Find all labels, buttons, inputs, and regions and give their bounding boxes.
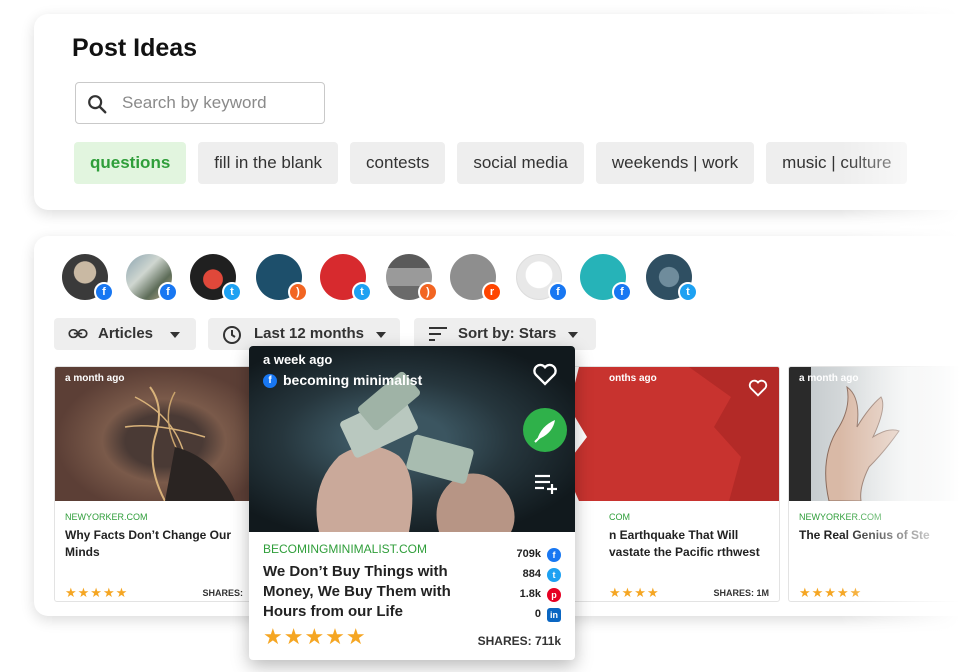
chip-contests[interactable]: contests [350, 142, 446, 184]
chip-questions[interactable]: questions [74, 142, 187, 184]
heart-icon[interactable] [531, 360, 559, 388]
star-rating: ★★★★★ [263, 624, 367, 649]
add-to-queue-icon[interactable] [533, 470, 559, 496]
quill-icon [534, 420, 555, 443]
chip-music-culture[interactable]: music | culture [766, 142, 908, 184]
reddit-icon: r [482, 282, 502, 302]
pinterest-icon: p [547, 588, 561, 602]
share-count: SHARES: 1M [713, 588, 769, 598]
content-type-dropdown[interactable]: Articles [54, 318, 196, 350]
article-headline[interactable]: The Real Genius of Ste [799, 527, 960, 544]
article-thumbnail [55, 367, 253, 501]
article-headline[interactable]: We Don’t Buy Things with Money, We Buy T… [263, 562, 475, 622]
pinterest-shares: 1.8k p [493, 586, 563, 606]
page-title: Post Ideas [72, 34, 198, 62]
article-source: NEWYORKER.COM [65, 512, 148, 522]
linkedin-icon: in [547, 608, 561, 622]
facebook-icon: f [158, 282, 178, 302]
linkedin-shares: 0 in [493, 606, 563, 626]
post-ideas-panel: Post Ideas questions fill in the blank c… [34, 14, 960, 210]
content-type-label: Articles [98, 325, 154, 342]
compose-post-button[interactable] [523, 408, 567, 452]
article-headline[interactable]: n Earthquake That Will vastate the Pacif… [609, 527, 771, 561]
post-time: a month ago [65, 373, 125, 384]
twitter-icon: t [678, 282, 698, 302]
chevron-down-icon [568, 332, 578, 338]
rss-icon: ) [418, 282, 438, 302]
twitter-icon: t [352, 282, 372, 302]
post-time: onths ago [609, 373, 657, 384]
article-card[interactable]: a month ago NEWYORKER.COM The Real Geniu… [788, 366, 960, 602]
article-card[interactable]: a month ago NEWYORKER.COM Why Facts Don’… [54, 366, 254, 602]
article-source: NEWYORKER.COM [799, 512, 882, 522]
facebook-icon: f [263, 374, 277, 388]
star-rating: ★★★★★ [799, 585, 863, 600]
post-time: a week ago [263, 352, 333, 367]
chip-social-media[interactable]: social media [457, 142, 584, 184]
star-rating: ★★★★ [609, 585, 660, 600]
search-input[interactable] [122, 91, 318, 115]
metric-value: 0 [534, 608, 541, 620]
chevron-down-icon [376, 332, 386, 338]
sort-icon [429, 327, 447, 341]
link-icon [68, 329, 88, 339]
chevron-down-icon [170, 332, 180, 338]
share-count: SHARES: 711k [477, 634, 561, 648]
share-count: SHARES: [202, 588, 243, 598]
chip-fill-in-the-blank[interactable]: fill in the blank [198, 142, 339, 184]
star-rating: ★★★★★ [65, 585, 129, 600]
metric-value: 1.8k [519, 588, 541, 600]
featured-article-card[interactable]: a week ago f becoming minimalist BECOMIN… [249, 346, 575, 660]
rss-icon: ) [288, 282, 308, 302]
twitter-icon: t [222, 282, 242, 302]
topic-chips: questions fill in the blank contests soc… [74, 142, 908, 184]
article-thumbnail [789, 367, 960, 501]
metric-value: 709k [516, 548, 541, 560]
twitter-shares: 884 t [493, 566, 563, 586]
search-box[interactable] [75, 82, 325, 124]
clock-icon [223, 326, 241, 344]
post-author[interactable]: becoming minimalist [283, 372, 422, 388]
facebook-icon: f [94, 282, 114, 302]
article-source: COM [609, 512, 630, 522]
article-headline[interactable]: Why Facts Don’t Change Our Minds [65, 527, 245, 561]
facebook-shares: 709k f [493, 546, 563, 566]
post-time: a month ago [799, 373, 859, 384]
facebook-icon: f [548, 282, 568, 302]
article-source: BECOMINGMINIMALIST.COM [263, 542, 428, 556]
metric-value: 884 [522, 568, 541, 580]
share-metrics: 709k f 884 t 1.8k p 0 in [493, 546, 563, 626]
search-icon [88, 95, 107, 114]
facebook-icon: f [547, 548, 561, 562]
facebook-icon: f [612, 282, 632, 302]
heart-icon[interactable] [747, 377, 769, 399]
chip-weekends-work[interactable]: weekends | work [595, 142, 755, 184]
post-ideas-view: Post Ideas questions fill in the blank c… [0, 0, 960, 672]
twitter-icon: t [547, 568, 561, 582]
